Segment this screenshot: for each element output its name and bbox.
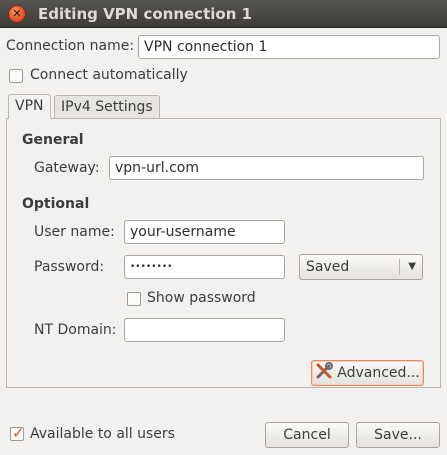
vpn-edit-dialog: ✕ Editing VPN connection 1 Connection na… bbox=[0, 0, 447, 455]
password-storage-select[interactable]: Saved ▼ bbox=[299, 254, 423, 280]
show-password-label: Show password bbox=[147, 290, 256, 306]
advanced-button[interactable]: Advanced... bbox=[311, 360, 424, 386]
tools-icon bbox=[316, 362, 334, 379]
cancel-button[interactable]: Cancel bbox=[265, 422, 349, 448]
gateway-label: Gateway: bbox=[34, 160, 100, 176]
show-password-checkbox[interactable] bbox=[127, 292, 141, 306]
save-button[interactable]: Save... bbox=[356, 422, 440, 448]
connect-automatically-checkbox[interactable] bbox=[9, 69, 23, 83]
combo-separator bbox=[399, 259, 400, 275]
checkmark-icon: ✓ bbox=[12, 424, 25, 442]
connect-automatically-label: Connect automatically bbox=[30, 67, 188, 83]
optional-heading: Optional bbox=[22, 196, 90, 212]
connection-name-label: Connection name: bbox=[6, 38, 135, 54]
window-title: Editing VPN connection 1 bbox=[38, 5, 253, 23]
chevron-down-icon: ▼ bbox=[408, 261, 416, 272]
username-label: User name: bbox=[34, 224, 115, 240]
tab-vpn[interactable]: VPN bbox=[8, 94, 51, 119]
nt-domain-input[interactable] bbox=[124, 318, 285, 342]
password-input[interactable]: •••••••• bbox=[124, 255, 285, 279]
available-to-all-checkbox[interactable]: ✓ bbox=[10, 424, 25, 442]
close-icon: ✕ bbox=[12, 7, 22, 20]
password-storage-value: Saved bbox=[306, 259, 350, 275]
general-heading: General bbox=[22, 132, 84, 148]
nt-domain-label: NT Domain: bbox=[34, 322, 117, 338]
gateway-input[interactable]: vpn-url.com bbox=[109, 156, 424, 180]
advanced-button-label: Advanced... bbox=[337, 365, 420, 381]
tab-ipv4-settings[interactable]: IPv4 Settings bbox=[54, 95, 160, 119]
title-bar: ✕ Editing VPN connection 1 bbox=[0, 0, 447, 28]
username-input[interactable]: your-username bbox=[124, 220, 285, 244]
available-to-all-label: Available to all users bbox=[30, 426, 175, 442]
connection-name-input[interactable]: VPN connection 1 bbox=[138, 35, 440, 59]
password-label: Password: bbox=[34, 259, 105, 275]
close-window-button[interactable]: ✕ bbox=[8, 5, 26, 23]
